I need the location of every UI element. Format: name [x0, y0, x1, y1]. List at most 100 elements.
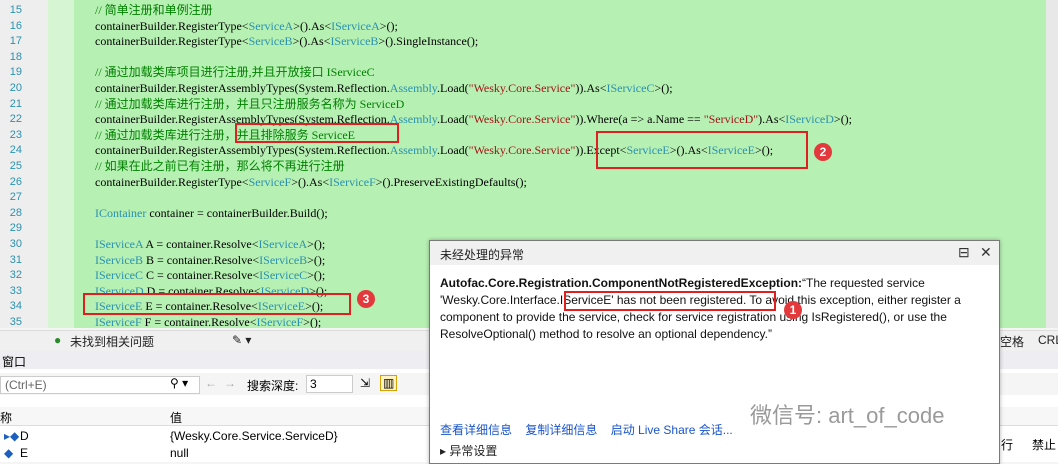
close-icon[interactable]: ✕ — [980, 244, 992, 261]
code-text: containerBuilder.RegisterType<ServiceF>(… — [95, 174, 527, 190]
line-number: 25 — [9, 160, 22, 172]
code-token: >(); — [307, 268, 326, 283]
code-text: // 如果在此之前已有注册，那么将不再进行注册 — [95, 158, 345, 174]
view-details-link[interactable]: 查看详细信息 — [440, 423, 512, 437]
code-token: "Wesky.Core.Service" — [468, 112, 576, 127]
code-text: IContainer container = containerBuilder.… — [95, 205, 328, 221]
code-text: // 简单注册和单例注册 — [95, 2, 213, 18]
line-number: 18 — [9, 50, 22, 63]
code-token: IServiceA — [258, 237, 308, 251]
exception-type: Autofac.Core.Registration.ComponentNotRe… — [440, 276, 803, 290]
line-number: 27 — [9, 191, 22, 204]
line-number: 23 — [9, 128, 22, 141]
back-arrow-icon[interactable]: ← — [205, 376, 217, 390]
code-token: C = container.Resolve< — [142, 268, 260, 283]
watch-row-value: null — [170, 446, 189, 460]
line-number: 29 — [9, 222, 22, 235]
line-number: 15 — [9, 4, 22, 16]
field-icon: ▸◆ — [4, 429, 20, 443]
highlight-box-iservicee — [564, 291, 776, 311]
code-token: "Wesky.Core.Service" — [468, 143, 576, 158]
code-token: >().As< — [293, 18, 332, 33]
pin-icon[interactable]: ⇲ — [360, 376, 370, 390]
line-number: 28 — [9, 206, 22, 219]
dialog-links: 查看详细信息 复制详细信息 启动 Live Share 会话... — [440, 421, 743, 438]
code-line[interactable]: 21 // 通过加载类库进行注册，并且只注册服务名称为 ServiceD — [0, 96, 1000, 112]
code-token: "ServiceD" — [703, 112, 759, 127]
code-token: containerBuilder.RegisterType< — [95, 34, 249, 49]
code-token: // 如果在此之前已有注册，那么将不再进行注册 — [95, 159, 345, 173]
code-text: // 通过加载类库项目进行注册,并且开放接口 IServiceC — [95, 64, 375, 80]
copy-details-link[interactable]: 复制详细信息 — [525, 423, 597, 437]
code-token: // 通过加载类库进行注册，并且只注册服务名称为 ServiceD — [95, 96, 405, 111]
code-token: >(); — [654, 81, 673, 95]
code-text: IServiceB B = container.Resolve<IService… — [95, 252, 325, 268]
pin-icon[interactable]: ⊟ — [958, 244, 970, 261]
code-token: ).As< — [758, 112, 786, 127]
line-ending-indicator[interactable]: CRL — [1038, 333, 1058, 347]
code-token: >(); — [379, 18, 398, 33]
code-line[interactable]: 26 containerBuilder.RegisterType<ServiceF… — [0, 174, 1000, 190]
code-token: IServiceC — [259, 268, 308, 283]
whitespace-indicator[interactable]: 空格 — [1000, 333, 1024, 350]
code-token: IServiceF — [256, 315, 304, 328]
line-number: 17 — [9, 35, 22, 48]
code-token: IServiceD — [785, 112, 834, 127]
no-issues-text[interactable]: 未找到相关问题 — [70, 333, 154, 350]
check-icon: ● — [54, 333, 62, 347]
forward-arrow-icon[interactable]: → — [224, 376, 236, 390]
code-line[interactable]: 15 // 简单注册和单例注册 — [0, 2, 1000, 18]
code-token: Assembly — [389, 81, 438, 95]
code-token: IServiceF — [329, 174, 376, 189]
code-line[interactable]: 24 containerBuilder.RegisterAssemblyTypes… — [0, 142, 1000, 158]
depth-select[interactable]: 3 — [306, 375, 353, 393]
code-token: As< — [586, 81, 607, 95]
code-token: IServiceB — [95, 252, 143, 267]
code-token: B = container.Resolve< — [142, 252, 260, 267]
code-token: // 简单注册和单例注册 — [95, 3, 213, 17]
code-line[interactable]: 27 — [0, 189, 1000, 205]
line-number: 20 — [9, 82, 22, 94]
watch-row-value: {Wesky.Core.Service.ServiceD} — [170, 429, 338, 443]
dialog-title: 未经处理的异常 — [440, 248, 525, 262]
code-line[interactable]: 19 // 通过加载类库项目进行注册,并且开放接口 IServiceC — [0, 64, 1000, 80]
code-line[interactable]: 16 containerBuilder.RegisterType<ServiceA… — [0, 18, 1000, 34]
code-line[interactable]: 28 IContainer container = containerBuilde… — [0, 205, 1000, 221]
editor-scrollbar[interactable] — [1046, 0, 1058, 328]
watermark: 微信号: art_of_code — [750, 403, 945, 428]
code-line[interactable]: 23// 通过加载类库进行注册，并且排除服务 ServiceE — [0, 127, 1000, 143]
code-line[interactable]: 29 — [0, 220, 1000, 236]
search-icon[interactable]: ⚲ ▾ — [170, 376, 188, 390]
code-token: IServiceB — [259, 252, 308, 267]
code-token: ServiceA — [248, 18, 294, 33]
code-token: containerBuilder.RegisterAssemblyTypes(S… — [95, 143, 390, 158]
code-token: >(); — [307, 252, 326, 267]
code-line[interactable]: 22 containerBuilder.RegisterAssemblyTypes… — [0, 111, 1000, 127]
code-token: containerBuilder.RegisterType< — [95, 18, 249, 33]
code-token: IServiceB — [330, 34, 379, 49]
code-token: )).Where(a => a.Name == — [575, 112, 704, 127]
code-token: containerBuilder.RegisterAssemblyTypes(S… — [95, 81, 390, 95]
line-number: 21 — [9, 97, 22, 110]
code-token: >().SingleInstance(); — [378, 34, 479, 49]
code-token: IServiceC — [606, 81, 655, 95]
col-value-header[interactable]: 值 — [170, 409, 182, 426]
exception-settings-label: 异常设置 — [449, 444, 498, 458]
highlight-box-exclude-comment — [235, 123, 399, 143]
line-number: 30 — [9, 238, 22, 250]
code-line[interactable]: 18 — [0, 49, 1000, 65]
code-token: Assembly — [389, 143, 438, 158]
code-line[interactable]: 17 containerBuilder.RegisterType<ServiceB… — [0, 33, 1000, 49]
filter-icon[interactable]: ▥ — [380, 375, 398, 391]
code-token: .Load( — [437, 112, 469, 127]
code-token: A = container.Resolve< — [142, 237, 259, 251]
live-share-link[interactable]: 启动 Live Share 会话... — [611, 423, 733, 437]
col-name-header[interactable]: 称 — [0, 409, 12, 426]
brush-icon[interactable]: ✎ ▾ — [232, 333, 251, 347]
exception-settings-toggle[interactable]: ▸ 异常设置 — [440, 442, 497, 459]
code-token: )). — [575, 81, 587, 95]
code-line[interactable]: 20 containerBuilder.RegisterAssemblyTypes… — [0, 80, 1000, 96]
code-line[interactable]: 25 // 如果在此之前已有注册，那么将不再进行注册 — [0, 158, 1000, 174]
code-text: IServiceA A = container.Resolve<IService… — [95, 236, 325, 252]
code-token: F = container.Resolve< — [141, 315, 257, 328]
